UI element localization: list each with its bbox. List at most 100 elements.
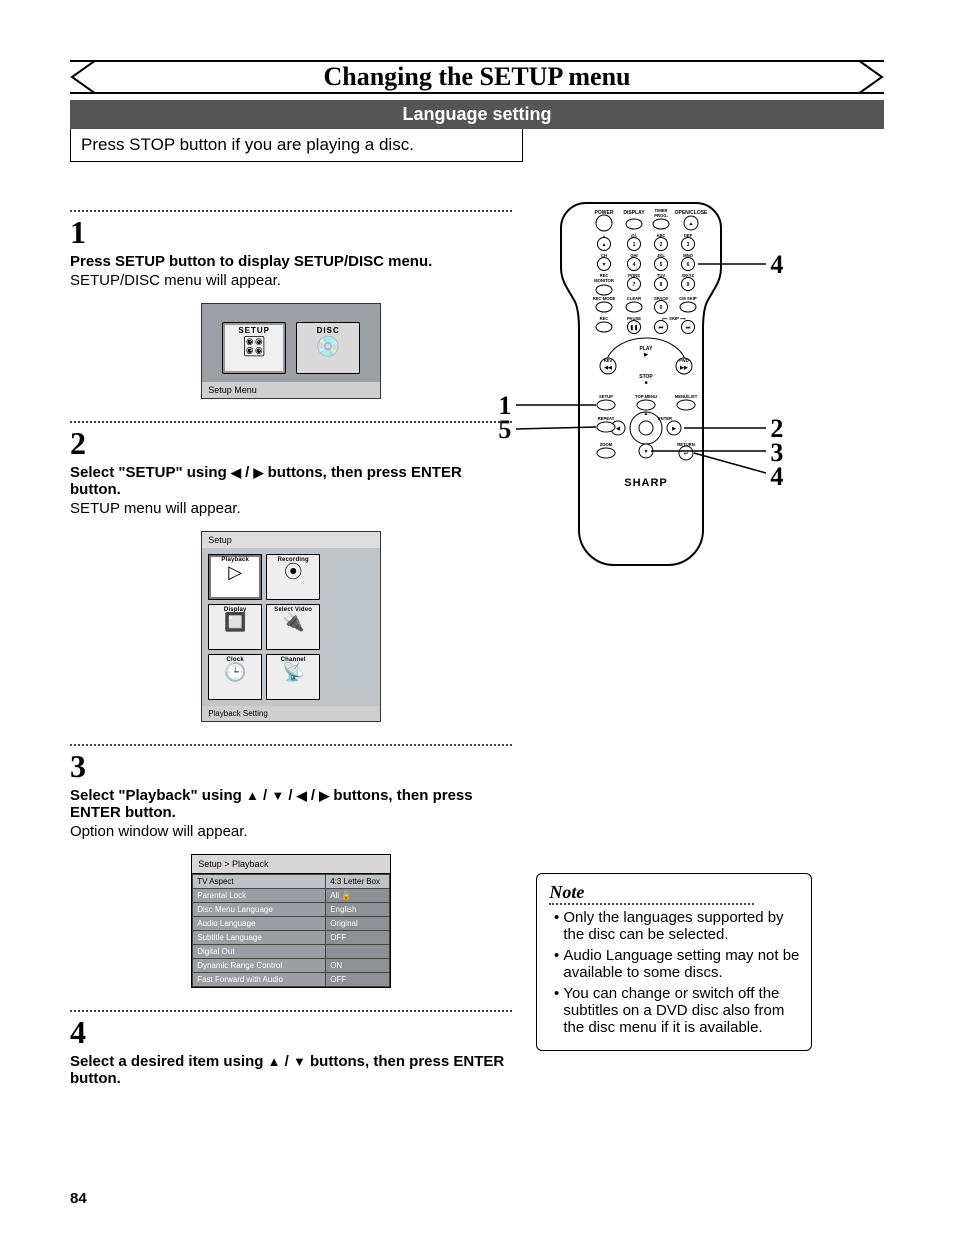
svg-text:▼: ▼	[602, 262, 607, 268]
svg-text:CM SKIP: CM SKIP	[680, 296, 698, 301]
svg-text:OPEN/CLOSE: OPEN/CLOSE	[675, 210, 708, 216]
left-arrow-icon: ◀	[297, 788, 307, 803]
figure-caption: Setup Menu	[202, 382, 380, 398]
note-item: You can change or switch off the subtitl…	[563, 985, 799, 1036]
svg-text:MENU/LIST: MENU/LIST	[675, 394, 698, 399]
up-arrow-icon: ▲	[246, 788, 259, 803]
callout-number: 4	[770, 250, 783, 280]
down-arrow-icon: ▼	[271, 788, 284, 803]
svg-text:5: 5	[660, 262, 663, 268]
svg-text:3: 3	[687, 242, 690, 248]
step-title: Select "SETUP" using ◀ / ▶ buttons, then…	[70, 464, 512, 498]
svg-text:TOP MENU: TOP MENU	[635, 394, 657, 399]
svg-text:DISPLAY: DISPLAY	[624, 210, 646, 216]
disc-tile: DISC 💿	[296, 322, 360, 374]
svg-text:9: 9	[687, 282, 690, 288]
figure-caption-top: Setup > Playback	[192, 855, 390, 874]
svg-text:MONITOR: MONITOR	[595, 278, 615, 283]
note-title: Note	[549, 882, 754, 905]
svg-text:REC: REC	[600, 316, 609, 321]
svg-text:REV: REV	[604, 358, 613, 363]
down-arrow-icon: ▼	[293, 1054, 306, 1069]
grid-tile-channel: Channel📡	[266, 654, 320, 700]
left-arrow-icon: ◀	[231, 465, 241, 480]
section-subtitle: Language setting	[70, 100, 884, 129]
grid-tile-playback: Playback▷	[208, 554, 262, 600]
option-row: TV Aspect4:3 Letter Box	[193, 875, 390, 889]
svg-text:CLEAR: CLEAR	[627, 296, 641, 301]
clock-icon: 🕒	[209, 663, 261, 683]
svg-text:4: 4	[633, 262, 636, 268]
setup-menu-figure: Setup Playback▷ Recording⦿ Display🔲 Sele…	[201, 531, 381, 722]
right-arrow-icon: ▶	[253, 465, 263, 480]
page-number: 84	[70, 1190, 87, 1207]
figure-caption: Playback Setting	[202, 706, 380, 721]
svg-text:⏮: ⏮	[659, 325, 664, 331]
record-icon: ⦿	[267, 563, 319, 583]
figure-caption-top: Setup	[202, 532, 380, 548]
grid-tile-clock: Clock🕒	[208, 654, 262, 700]
step-number: 2	[70, 425, 512, 462]
remote-control-figure: POWER TIMER PROG. DISPLAY OPEN/CLOSE ▲ @…	[556, 198, 884, 573]
callout-number: 4	[770, 462, 783, 492]
callout-number: 5	[498, 415, 511, 445]
svg-text:ENTER: ENTER	[658, 416, 672, 421]
playback-options-figure: Setup > Playback TV Aspect4:3 Letter Box…	[191, 854, 391, 988]
svg-text:7: 7	[633, 282, 636, 288]
play-icon: ▷	[209, 563, 261, 583]
svg-text:◀◀: ◀◀	[604, 365, 613, 371]
antenna-icon: 📡	[267, 663, 319, 683]
step-subtitle: SETUP menu will appear.	[70, 500, 512, 517]
svg-text:SETUP: SETUP	[599, 394, 613, 399]
svg-text:6: 6	[687, 262, 690, 268]
svg-text:⟵ SKIP ⟶: ⟵ SKIP ⟶	[662, 316, 686, 321]
svg-text:FWD: FWD	[680, 358, 690, 363]
option-row: Digital Out	[193, 945, 390, 959]
svg-text:▲: ▲	[644, 411, 649, 417]
option-row: Subtitle LanguageOFF	[193, 931, 390, 945]
step-title: Press SETUP button to display SETUP/DISC…	[70, 253, 512, 270]
sliders-icon: 🎛	[223, 337, 285, 357]
svg-text:REPEAT: REPEAT	[598, 416, 615, 421]
svg-text:8: 8	[660, 282, 663, 288]
svg-text:▲: ▲	[689, 221, 694, 227]
step-number: 4	[70, 1014, 512, 1051]
setup-tile: SETUP 🎛	[222, 322, 286, 374]
svg-text:■: ■	[645, 380, 648, 386]
svg-text:0: 0	[660, 305, 663, 311]
option-row: Parental LockAll 🔒	[193, 889, 390, 903]
brand-logo: SHARP	[625, 477, 669, 489]
step-title: Select a desired item using ▲ / ▼ button…	[70, 1053, 512, 1087]
note-item: Only the languages supported by the disc…	[563, 909, 799, 943]
note-box: Note Only the languages supported by the…	[536, 873, 812, 1051]
option-row: Audio LanguageOriginal	[193, 917, 390, 931]
up-arrow-icon: ▲	[268, 1054, 281, 1069]
svg-text:ZOOM: ZOOM	[600, 442, 613, 447]
option-row: Dynamic Range ControlON	[193, 959, 390, 973]
step-number: 3	[70, 748, 512, 785]
svg-text:PROG.: PROG.	[655, 213, 669, 218]
svg-text:▶▶: ▶▶	[680, 365, 690, 371]
disc-icon: 💿	[297, 337, 359, 357]
svg-text:2: 2	[660, 242, 663, 248]
note-item: Audio Language setting may not be availa…	[563, 947, 799, 981]
option-row: Disc Menu LanguageEnglish	[193, 903, 390, 917]
page-title: Changing the SETUP menu	[70, 60, 884, 94]
page-title-banner: Changing the SETUP menu	[70, 60, 884, 94]
preface-callout: Press STOP button if you are playing a d…	[70, 129, 523, 162]
svg-text:⏭: ⏭	[686, 325, 691, 331]
grid-tile-select-video: Select Video🔌	[266, 604, 320, 650]
video-icon: 🔌	[267, 613, 319, 633]
grid-tile-recording: Recording⦿	[266, 554, 320, 600]
grid-tile-display: Display🔲	[208, 604, 262, 650]
right-arrow-icon: ▶	[319, 788, 329, 803]
svg-text:❚❚: ❚❚	[630, 325, 638, 331]
step-subtitle: SETUP/DISC menu will appear.	[70, 272, 512, 289]
step-number: 1	[70, 214, 512, 251]
display-icon: 🔲	[209, 613, 261, 633]
svg-text:▼: ▼	[644, 449, 649, 455]
svg-text:▲: ▲	[602, 242, 607, 248]
svg-text:◀: ◀	[615, 426, 620, 432]
svg-text:REC MODE: REC MODE	[593, 296, 616, 301]
step-subtitle: Option window will appear.	[70, 823, 512, 840]
